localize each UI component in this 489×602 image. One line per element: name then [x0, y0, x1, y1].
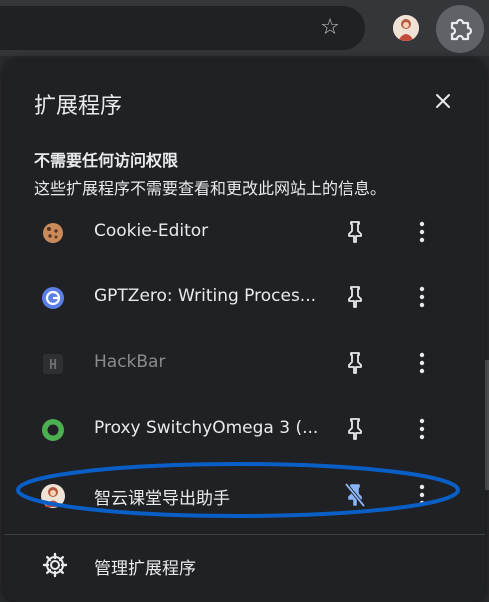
gptzero-icon	[42, 287, 64, 309]
divider	[4, 534, 485, 535]
extension-row-hackbar[interactable]: H HackBar	[4, 331, 485, 395]
extension-name: GPTZero: Writing Proces...	[94, 286, 317, 306]
manage-extensions-label: 管理扩展程序	[94, 559, 196, 579]
pin-icon[interactable]	[344, 416, 366, 442]
more-vert-icon[interactable]	[410, 283, 434, 311]
browser-toolbar: ☆	[0, 0, 489, 56]
avatar-icon	[393, 15, 419, 41]
profile-avatar[interactable]	[393, 15, 419, 41]
extensions-button[interactable]	[436, 5, 484, 53]
extension-name: Proxy SwitchyOmega 3 (...	[94, 418, 319, 438]
pin-icon[interactable]	[344, 350, 366, 376]
extension-name: Cookie-Editor	[94, 221, 209, 241]
gear-icon	[42, 552, 68, 578]
more-vert-icon[interactable]	[410, 481, 434, 509]
address-bar[interactable]	[0, 6, 365, 50]
close-icon[interactable]	[432, 90, 454, 112]
unpin-icon[interactable]	[344, 482, 366, 508]
puzzle-icon	[450, 18, 473, 41]
pin-icon[interactable]	[344, 284, 366, 310]
switchyomega-icon	[42, 419, 64, 441]
svg-text:H: H	[49, 358, 57, 373]
more-vert-icon[interactable]	[410, 415, 434, 443]
extension-row-cookie-editor[interactable]: Cookie-Editor	[4, 200, 485, 264]
extension-name: 智云课堂导出助手	[94, 489, 230, 509]
hackbar-icon: H	[43, 354, 63, 374]
extension-row-gptzero[interactable]: GPTZero: Writing Proces...	[4, 265, 485, 329]
avatar-icon	[41, 484, 65, 508]
manage-extensions-button[interactable]: 管理扩展程序	[4, 536, 485, 596]
extension-name: HackBar	[94, 352, 166, 372]
extension-row-switchyomega[interactable]: Proxy SwitchyOmega 3 (...	[4, 397, 485, 461]
more-vert-icon[interactable]	[410, 349, 434, 377]
popup-title: 扩展程序	[34, 94, 123, 119]
pin-icon[interactable]	[344, 219, 366, 245]
section-title: 不需要任何访问权限	[34, 151, 179, 170]
section-description: 这些扩展程序不需要查看和更改此网站上的信息。	[34, 179, 387, 198]
cookie-icon	[43, 223, 63, 243]
extension-row-zhiyun[interactable]: 智云课堂导出助手	[4, 463, 485, 527]
more-vert-icon[interactable]	[410, 218, 434, 246]
star-icon[interactable]: ☆	[318, 16, 342, 40]
extensions-popup: 扩展程序 不需要任何访问权限 这些扩展程序不需要查看和更改此网站上的信息。 Co…	[4, 58, 485, 602]
